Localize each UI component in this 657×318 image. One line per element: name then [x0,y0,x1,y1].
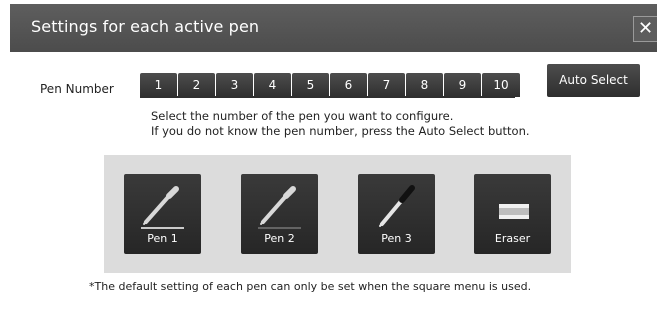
pen-icon [258,186,301,229]
title-bar: Settings for each active pen ✕ [10,4,657,52]
pen-icon [141,186,184,229]
eraser-label: Eraser [494,232,531,245]
pen-2-button[interactable]: Pen 2 [241,174,318,254]
pen-number-4-button[interactable]: 4 [254,73,291,97]
auto-select-button[interactable]: Auto Select [547,64,640,97]
pen-number-3-button[interactable]: 3 [216,73,253,97]
pen-number-5-button[interactable]: 5 [292,73,329,97]
pen-number-underline [140,96,515,98]
dialog-title: Settings for each active pen [31,17,260,36]
pen-3-label: Pen 3 [381,232,412,245]
pen-panel: Pen 1 Pen 2 Pen 3 Eraser [104,155,571,273]
pen-2-label: Pen 2 [264,232,295,245]
pen-number-label: Pen Number [40,82,114,96]
eraser-icon [499,204,529,219]
pen-number-7-button[interactable]: 7 [368,73,405,97]
pen-1-button[interactable]: Pen 1 [124,174,201,254]
pen-number-8-button[interactable]: 8 [406,73,443,97]
instructions: Select the number of the pen you want to… [151,109,530,139]
close-button[interactable]: ✕ [633,16,657,42]
pen-number-selector: 1 2 3 4 5 6 7 8 9 10 [140,73,520,97]
pen-number-2-button[interactable]: 2 [178,73,215,97]
pen-1-label: Pen 1 [147,232,178,245]
instruction-line-2: If you do not know the pen number, press… [151,124,530,138]
pen-number-10-button[interactable]: 10 [482,73,520,97]
footnote: *The default setting of each pen can onl… [89,280,532,293]
close-icon: ✕ [637,18,654,39]
instruction-line-1: Select the number of the pen you want to… [151,109,454,123]
pen-number-6-button[interactable]: 6 [330,73,367,97]
marker-icon [379,185,415,227]
pen-3-button[interactable]: Pen 3 [358,174,435,254]
eraser-button[interactable]: Eraser [474,174,551,254]
pen-number-1-button[interactable]: 1 [140,73,177,97]
pen-number-9-button[interactable]: 9 [444,73,481,97]
